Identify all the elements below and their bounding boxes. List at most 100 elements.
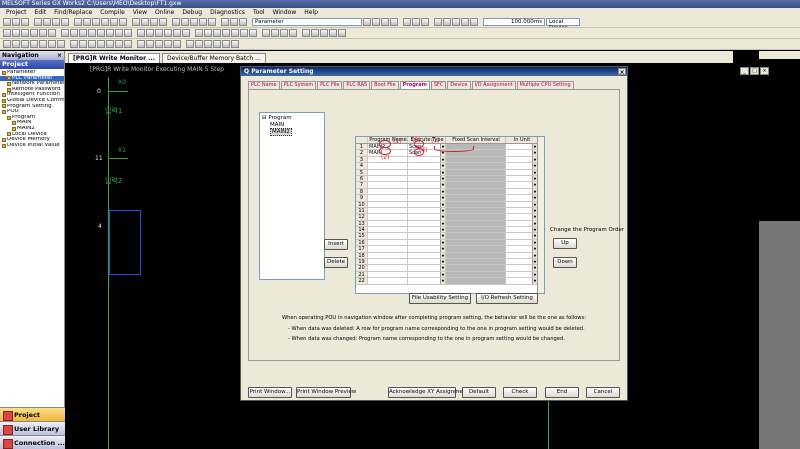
toolbar-button-icon[interactable]: [363, 18, 371, 26]
toolbar-button-icon[interactable]: [173, 29, 181, 37]
delete-button[interactable]: Delete: [324, 257, 348, 268]
toolbar-button-icon[interactable]: [221, 18, 229, 26]
chevron-down-icon[interactable]: ▼: [440, 265, 445, 271]
execute-type-cell[interactable]: ▼: [408, 259, 446, 265]
execute-type-cell[interactable]: ▼: [408, 220, 446, 227]
toolbar-button-icon[interactable]: [421, 18, 429, 26]
toolbar-button-icon[interactable]: [372, 18, 380, 26]
project-tree-item[interactable]: Device Initial Value: [0, 143, 64, 149]
toolbar-button-icon[interactable]: [181, 18, 189, 26]
execute-type-cell[interactable]: ▼: [408, 227, 446, 233]
toolbar-button-icon[interactable]: [34, 18, 42, 26]
execute-type-cell[interactable]: ▼: [408, 175, 446, 182]
toolbar-button-icon[interactable]: [208, 18, 216, 26]
toolbar-button-icon[interactable]: [164, 29, 172, 37]
chevron-down-icon[interactable]: ▼: [440, 207, 445, 214]
program-tree-item-main2[interactable]: MAIN2: [262, 128, 322, 136]
toolbar-button-icon[interactable]: [115, 29, 123, 37]
program-name-cell[interactable]: [368, 182, 408, 188]
program-name-cell[interactable]: [368, 175, 408, 182]
execute-type-cell[interactable]: ▼: [408, 201, 446, 207]
in-unit-cell[interactable]: ▼: [506, 207, 538, 214]
in-unit-cell[interactable]: ▼: [506, 220, 538, 227]
execute-type-cell[interactable]: ▼: [408, 163, 446, 169]
down-button[interactable]: Down: [553, 257, 577, 268]
chevron-down-icon[interactable]: ▼: [440, 259, 445, 265]
chevron-down-icon[interactable]: ▼: [440, 195, 445, 201]
toolbar-button-icon[interactable]: [222, 40, 230, 48]
toolbar-button-icon[interactable]: [70, 40, 78, 48]
in-unit-cell[interactable]: ▼: [506, 278, 538, 284]
toolbar-button-icon[interactable]: [470, 18, 478, 26]
toolbar-button-icon[interactable]: [239, 18, 247, 26]
menu-item-compile[interactable]: Compile: [96, 9, 129, 16]
execute-type-cell[interactable]: ▼: [408, 169, 446, 175]
toolbar-button-icon[interactable]: [3, 18, 11, 26]
toolbar-button-icon[interactable]: [381, 18, 389, 26]
execute-type-cell[interactable]: ▼: [408, 156, 446, 163]
in-unit-cell[interactable]: ▼: [506, 233, 538, 239]
chevron-down-icon[interactable]: ▼: [440, 156, 445, 163]
menu-item-tool[interactable]: Tool: [249, 9, 269, 16]
program-name-cell[interactable]: [368, 195, 408, 201]
in-unit-cell[interactable]: ▼: [506, 144, 538, 150]
execute-type-cell[interactable]: ▼: [408, 271, 446, 278]
parameter-tab[interactable]: PLC RAS: [343, 81, 371, 89]
in-unit-cell[interactable]: ▼: [506, 182, 538, 188]
parameter-tab[interactable]: Multiple CPU Setting: [516, 81, 574, 89]
toolbar-button-icon[interactable]: [124, 29, 132, 37]
toolbar-button-icon[interactable]: [443, 18, 451, 26]
execute-type-cell[interactable]: ▼: [408, 233, 446, 239]
toolbar-button-icon[interactable]: [57, 40, 65, 48]
toolbar-button-icon[interactable]: [106, 29, 114, 37]
program-name-cell[interactable]: [368, 265, 408, 271]
toolbar-button-icon[interactable]: [106, 40, 114, 48]
check-button[interactable]: Check: [503, 387, 537, 398]
execute-type-cell[interactable]: ▼: [408, 239, 446, 246]
toolbar-button-icon[interactable]: [329, 29, 337, 37]
toolbar-button-icon[interactable]: [271, 29, 279, 37]
toolbar-button-icon[interactable]: [155, 40, 163, 48]
program-name-cell[interactable]: [368, 259, 408, 265]
acknowledge-xy-assignment-button[interactable]: Acknowledge XY Assignment: [388, 387, 469, 398]
execute-type-cell[interactable]: ▼: [408, 252, 446, 259]
execute-type-cell[interactable]: ▼: [408, 246, 446, 252]
chevron-down-icon[interactable]: ▼: [440, 246, 445, 252]
parameter-tab[interactable]: Device: [447, 81, 471, 89]
toolbar-button-icon[interactable]: [146, 29, 154, 37]
print-window-button[interactable]: Print Window...: [248, 387, 292, 398]
parameter-tab[interactable]: I/O Assignment: [471, 81, 516, 89]
toolbar-button-icon[interactable]: [61, 18, 69, 26]
toolbar-button-icon[interactable]: [30, 40, 38, 48]
in-unit-cell[interactable]: ▼: [506, 252, 538, 259]
toolbar-button-icon[interactable]: [70, 29, 78, 37]
chevron-down-icon[interactable]: ▼: [440, 175, 445, 182]
toolbar-button-icon[interactable]: [48, 29, 56, 37]
io-refresh-setting-button[interactable]: I/O Refresh Setting: [476, 293, 538, 304]
navigation-button-0[interactable]: Project: [0, 407, 65, 421]
parameter-tab[interactable]: Boot File: [371, 81, 399, 89]
toolbar-button-icon[interactable]: [124, 40, 132, 48]
program-name-cell[interactable]: [368, 220, 408, 227]
execute-type-cell[interactable]: ▼: [408, 278, 446, 284]
toolbar-button-icon[interactable]: [182, 29, 190, 37]
toolbar-button-icon[interactable]: [101, 18, 109, 26]
in-unit-cell[interactable]: ▼: [506, 259, 538, 265]
toolbar-button-icon[interactable]: [230, 18, 238, 26]
chevron-down-icon[interactable]: ▼: [440, 201, 445, 207]
navigation-button-1[interactable]: User Library: [0, 421, 65, 435]
in-unit-cell[interactable]: ▼: [506, 271, 538, 278]
toolbar-button-icon[interactable]: [3, 29, 11, 37]
toolbar-button-icon[interactable]: [79, 29, 87, 37]
execute-type-cell[interactable]: ▼: [408, 195, 446, 201]
chevron-down-icon[interactable]: ▼: [440, 239, 445, 246]
parameter-tab[interactable]: SFC: [430, 81, 447, 89]
toolbar-button-icon[interactable]: [3, 40, 11, 48]
execute-type-cell[interactable]: ▼: [408, 188, 446, 195]
program-name-cell[interactable]: [368, 169, 408, 175]
toolbar-button-icon[interactable]: [146, 40, 154, 48]
table-row[interactable]: 22 ▼ ▼: [356, 278, 544, 285]
work-tab[interactable]: Device/Buffer Memory Batch ...: [162, 53, 266, 63]
chevron-down-icon[interactable]: ▼: [440, 182, 445, 188]
program-name-cell[interactable]: [368, 188, 408, 195]
